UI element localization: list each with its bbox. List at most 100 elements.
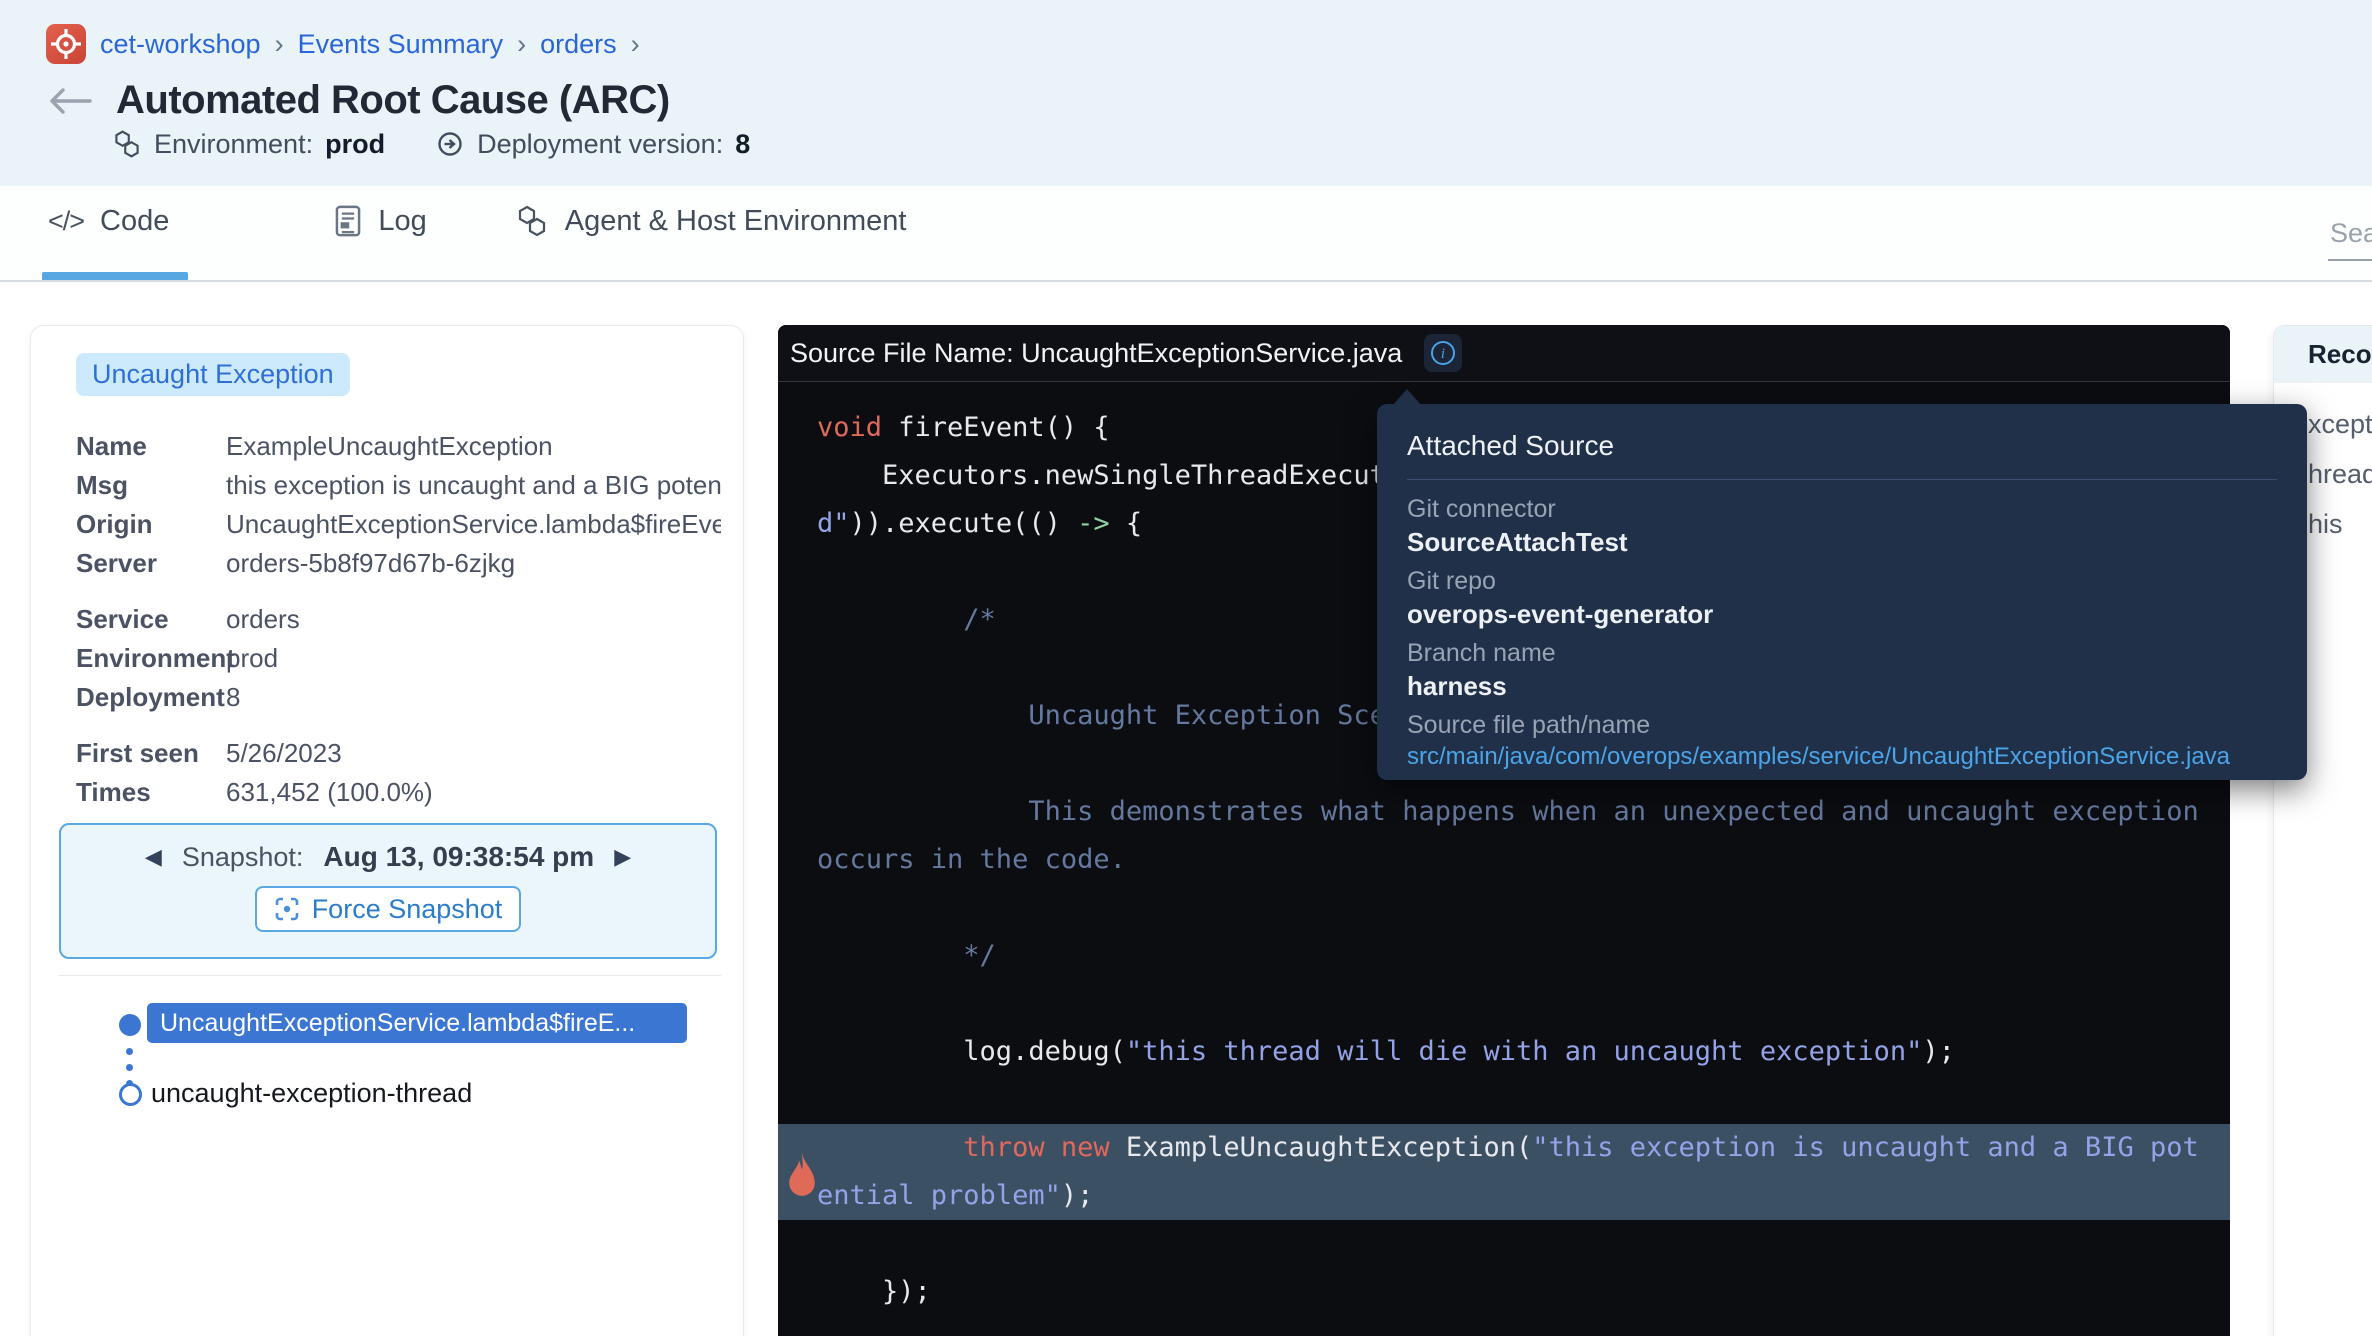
deployment-value: 8 (735, 129, 750, 160)
tooltip-separator (1407, 479, 2277, 480)
breadcrumb-link[interactable]: Events Summary (298, 29, 504, 60)
attached-source-tooltip: Attached Source Git connector SourceAttac… (1377, 404, 2307, 780)
right-panel-item[interactable]: hread- (2308, 459, 2372, 489)
tooltip-title: Attached Source (1407, 430, 2277, 462)
stack-thread-item[interactable]: uncaught-exception-thread (151, 1078, 472, 1109)
code-panel-header: Source File Name: UncaughtExceptionServi… (778, 325, 2230, 382)
card-divider (59, 975, 721, 976)
snapshot-focus-icon (274, 896, 300, 922)
tooltip-row-label: Git connector (1407, 495, 2277, 524)
field-group: ServiceordersEnvironmentprodDeployment8 (76, 600, 721, 717)
field-value: 5/26/2023 (226, 734, 721, 773)
code-line: ential problem"); (778, 1172, 2230, 1220)
breadcrumb-separator-icon: › (631, 29, 640, 60)
source-file-link[interactable]: src/main/java/com/overops/examples/servi… (1407, 743, 2277, 771)
stack-frame-selected[interactable]: UncaughtExceptionService.lambda$fireE... (147, 1003, 687, 1043)
snapshot-value: Aug 13, 09:38:54 pm (323, 841, 594, 873)
search-input[interactable] (2328, 218, 2372, 261)
snapshot-next-icon[interactable]: ▶ (614, 846, 631, 868)
code-line (778, 1076, 2230, 1124)
tab-code[interactable]: </> Code (48, 205, 169, 238)
flame-icon (785, 1150, 819, 1212)
force-snapshot-button[interactable]: Force Snapshot (255, 886, 521, 932)
code-line (778, 1220, 2230, 1268)
tooltip-row-value: SourceAttachTest (1407, 527, 2277, 558)
field-row: First seen5/26/2023 (76, 734, 721, 773)
field-row: Times631,452 (100.0%) (76, 773, 721, 812)
field-row: NameExampleUncaughtException (76, 427, 721, 466)
field-row: Serverorders-5b8f97d67b-6zjkg (76, 544, 721, 583)
tab-label: Agent & Host Environment (565, 205, 907, 238)
right-panel-item[interactable]: his (2308, 509, 2372, 539)
field-label: Origin (76, 505, 226, 544)
code-line: occurs in the code. (778, 836, 2230, 884)
code-line: }); (778, 1268, 2230, 1316)
snapshot-prev-icon[interactable]: ◀ (145, 846, 162, 868)
field-label: Msg (76, 466, 226, 505)
field-value: UncaughtExceptionService.lambda$fireEven… (226, 505, 721, 544)
tab-divider (0, 280, 2372, 282)
field-label: Times (76, 773, 226, 812)
search-wrap (2328, 218, 2372, 261)
target-logo-icon[interactable] (46, 24, 86, 64)
code-line: This demonstrates what happens when an u… (778, 788, 2230, 836)
force-snapshot-label: Force Snapshot (312, 894, 503, 925)
field-row: Serviceorders (76, 600, 721, 639)
field-row: OriginUncaughtExceptionService.lambda$fi… (76, 505, 721, 544)
svg-text:i: i (1441, 346, 1445, 362)
source-file-name: Source File Name: UncaughtExceptionServi… (790, 338, 1402, 369)
field-value: orders-5b8f97d67b-6zjkg (226, 544, 721, 583)
deployment-icon (435, 129, 465, 159)
environment-hexagons-icon (112, 128, 142, 160)
field-label: Deployment (76, 678, 226, 717)
code-line: throw new ExampleUncaughtException("this… (778, 1124, 2230, 1172)
right-panel-header: Reco (2274, 326, 2372, 383)
tab-agent-host-environment[interactable]: Agent & Host Environment (515, 204, 907, 238)
field-row: Environmentprod (76, 639, 721, 678)
environment-value: prod (325, 129, 385, 160)
breadcrumb: cet-workshop › Events Summary › orders › (46, 24, 640, 64)
code-icon: </> (48, 206, 84, 237)
code-line (778, 980, 2230, 1028)
breadcrumb-link[interactable]: orders (540, 29, 617, 60)
title-row: Automated Root Cause (ARC) (48, 78, 670, 123)
stack-frame-dot-icon (119, 1014, 141, 1036)
field-value: ExampleUncaughtException (226, 427, 721, 466)
breadcrumb-separator-icon: › (275, 29, 284, 60)
tab-log[interactable]: Log (334, 205, 426, 238)
page-header: cet-workshop › Events Summary › orders › Auto… (0, 0, 2372, 186)
event-fields: NameExampleUncaughtExceptionMsgthis exce… (76, 427, 721, 812)
arc-page: cet-workshop › Events Summary › orders › Auto… (0, 0, 2372, 1336)
field-label: Environment (76, 639, 226, 678)
field-value: this exception is uncaught and a BIG pot… (226, 466, 721, 505)
breadcrumb-separator-icon: › (517, 29, 526, 60)
info-icon[interactable]: i (1424, 334, 1462, 372)
right-panel-item[interactable]: xcepti (2308, 409, 2372, 439)
field-group: First seen5/26/2023Times631,452 (100.0%) (76, 734, 721, 812)
tab-label: Code (100, 205, 169, 238)
field-row: Msgthis exception is uncaught and a BIG … (76, 466, 721, 505)
code-line: log.debug("this thread will die with an … (778, 1028, 2230, 1076)
deployment-label: Deployment version: (477, 129, 723, 160)
field-row: Deployment8 (76, 678, 721, 717)
code-line (778, 884, 2230, 932)
field-value: orders (226, 600, 721, 639)
field-value: 631,452 (100.0%) (226, 773, 721, 812)
page-title: Automated Root Cause (ARC) (116, 78, 670, 123)
back-arrow-icon[interactable] (48, 86, 92, 116)
field-label: Name (76, 427, 226, 466)
snapshot-box: ◀ Snapshot: Aug 13, 09:38:54 pm ▶ Force … (59, 823, 717, 959)
field-value: prod (226, 639, 721, 678)
snapshot-label: Snapshot: (182, 842, 304, 873)
field-label: Service (76, 600, 226, 639)
stack-thread-ring-icon (119, 1083, 142, 1106)
tooltip-row-value: harness (1407, 671, 2277, 702)
tooltip-row-label: Git repo (1407, 567, 2277, 596)
tab-label: Log (378, 205, 426, 238)
field-value: 8 (226, 678, 721, 717)
field-group: NameExampleUncaughtExceptionMsgthis exce… (76, 427, 721, 583)
tooltip-rows: Git connectorSourceAttachTestGit repoove… (1407, 495, 2277, 771)
event-type-badge[interactable]: Uncaught Exception (76, 353, 350, 396)
breadcrumb-link[interactable]: cet-workshop (100, 29, 261, 60)
field-label: Server (76, 544, 226, 583)
